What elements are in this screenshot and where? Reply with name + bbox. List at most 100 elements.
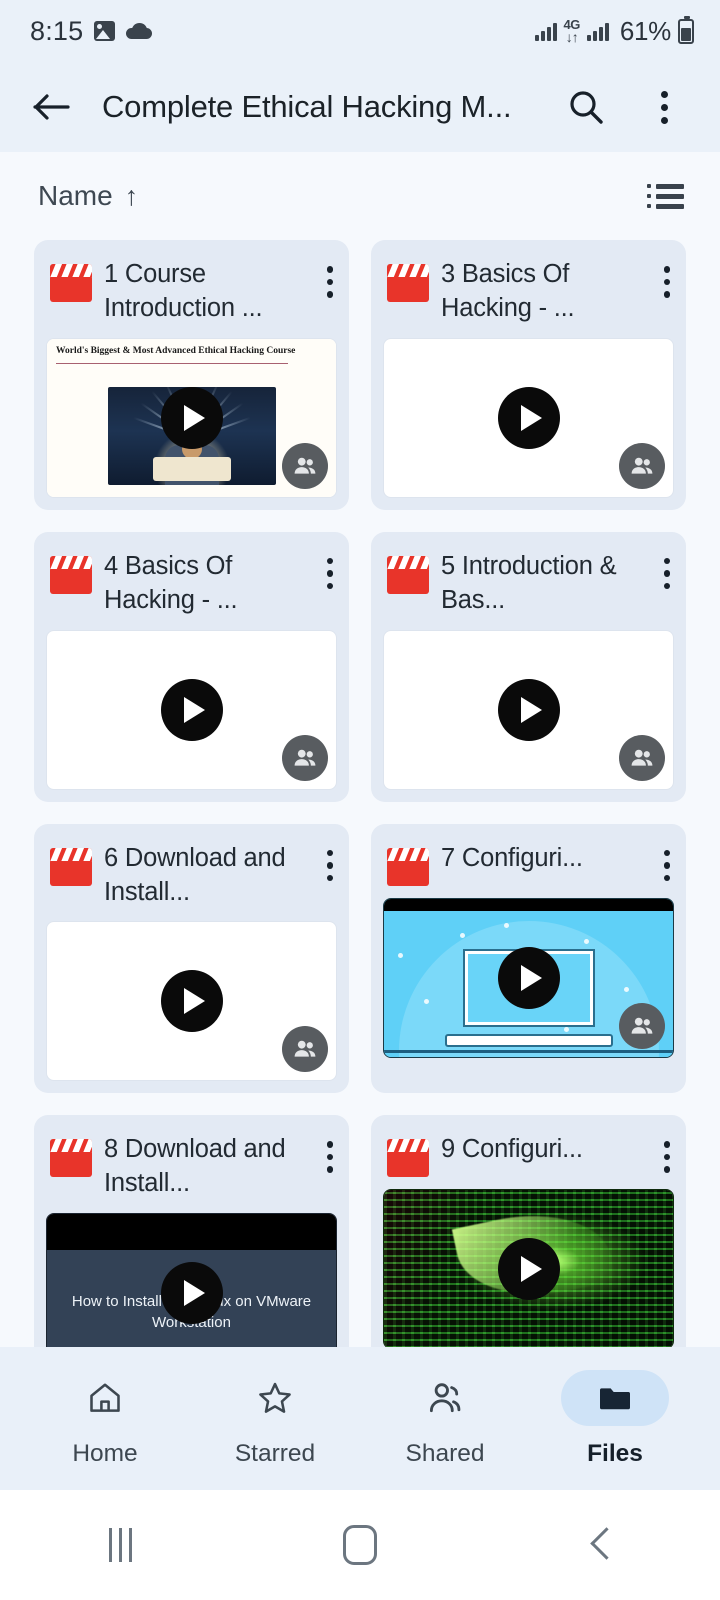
status-bar-left: 8:15 <box>30 15 153 47</box>
nav-label: Shared <box>405 1439 485 1467</box>
app-toolbar: Complete Ethical Hacking M... <box>0 62 720 152</box>
file-overflow-icon[interactable] <box>660 1133 673 1173</box>
play-button[interactable] <box>497 1238 560 1301</box>
shared-badge <box>282 734 328 781</box>
more-options-icon <box>660 90 668 124</box>
home-icon <box>51 1370 159 1426</box>
file-thumbnail[interactable] <box>46 921 337 1082</box>
app-root: 8:15 4G ↓↑ 61% Complete Ethical Hacking … <box>0 0 720 1600</box>
file-card-header: 8 Download and Install... <box>34 1115 349 1213</box>
play-button[interactable] <box>160 386 223 449</box>
sort-direction-icon: ↑ <box>124 180 139 211</box>
file-thumbnail[interactable] <box>383 897 674 1058</box>
signal-bars-icon-2 <box>586 21 609 41</box>
search-button[interactable] <box>560 81 612 133</box>
back-button-icon <box>589 1528 611 1562</box>
overflow-menu-button[interactable] <box>638 81 690 133</box>
file-name: 3 Basics Of Hacking - ... <box>441 260 575 322</box>
file-card[interactable]: 4 Basics Of Hacking - ... <box>34 531 349 802</box>
file-card-header: 3 Basics Of Hacking - ... <box>371 240 686 338</box>
video-file-icon <box>387 847 429 886</box>
nav-item-files[interactable]: Files <box>539 1369 691 1468</box>
sort-field-label: Name <box>38 180 113 211</box>
file-card-header: 5 Introduction & Bas... <box>371 532 686 630</box>
system-navigation-bar <box>0 1490 720 1600</box>
video-file-icon <box>50 847 92 886</box>
file-thumbnail[interactable] <box>383 337 674 498</box>
file-card[interactable]: 5 Introduction & Bas... <box>371 531 686 802</box>
file-browser-content: Name ↑ 1 Course Introduction ... World's… <box>0 152 720 1347</box>
file-card[interactable]: 8 Download and Install... How to Install… <box>34 1115 349 1347</box>
slide-caption: World's Biggest & Most Advanced Ethical … <box>56 345 296 356</box>
star-icon <box>221 1370 329 1426</box>
status-bar: 8:15 4G ↓↑ 61% <box>0 0 720 62</box>
status-clock: 8:15 <box>30 15 84 46</box>
nav-label: Starred <box>234 1439 316 1467</box>
back-button[interactable] <box>28 83 76 131</box>
play-button[interactable] <box>497 386 560 449</box>
file-overflow-icon[interactable] <box>323 258 336 298</box>
file-card[interactable]: 3 Basics Of Hacking - ... <box>371 240 686 510</box>
nav-item-shared[interactable]: Shared <box>369 1370 521 1468</box>
data-transfer-icon: 4G ↓↑ <box>563 17 581 46</box>
back-button-system[interactable] <box>540 1515 660 1575</box>
play-button[interactable] <box>160 970 223 1033</box>
video-file-icon <box>50 555 92 594</box>
file-card[interactable]: 6 Download and Install... <box>34 823 349 1094</box>
nav-label: Files <box>587 1439 643 1467</box>
file-name: 6 Download and Install... <box>104 843 286 906</box>
shared-badge <box>282 1026 328 1073</box>
file-overflow-icon[interactable] <box>660 550 673 590</box>
file-name: 8 Download and Install... <box>104 1135 286 1198</box>
video-file-icon <box>387 555 429 594</box>
shared-badge <box>619 734 665 781</box>
nav-label: Home <box>72 1439 138 1467</box>
file-thumbnail[interactable]: How to Install Kali Linux on VMware Work… <box>46 1213 337 1347</box>
nav-item-home[interactable]: Home <box>29 1370 181 1468</box>
sort-control[interactable]: Name ↑ <box>38 180 138 212</box>
play-button[interactable] <box>497 678 560 741</box>
play-button[interactable] <box>160 678 223 741</box>
file-name: 7 Configuri... <box>441 843 583 872</box>
video-file-icon <box>50 1139 92 1178</box>
search-icon <box>570 91 603 124</box>
bottom-navigation: Home Starred Shared Files <box>0 1347 720 1490</box>
file-overflow-icon[interactable] <box>323 842 336 882</box>
file-card-header: 9 Configuri... <box>371 1115 686 1189</box>
video-file-icon <box>50 264 92 302</box>
folder-icon <box>561 1369 669 1426</box>
battery-icon <box>678 15 694 44</box>
list-view-icon[interactable] <box>647 183 684 209</box>
recents-button[interactable] <box>60 1515 180 1575</box>
file-card[interactable]: 1 Course Introduction ... World's Bigges… <box>34 240 349 510</box>
file-overflow-icon[interactable] <box>660 842 673 882</box>
gallery-icon <box>94 21 116 41</box>
file-thumbnail[interactable] <box>383 1189 674 1347</box>
signal-bars-icon <box>534 21 557 41</box>
file-name: 4 Basics Of Hacking - ... <box>104 551 238 614</box>
file-overflow-icon[interactable] <box>660 258 673 298</box>
file-overflow-icon[interactable] <box>323 1133 336 1173</box>
file-card-header: 4 Basics Of Hacking - ... <box>34 532 349 630</box>
file-card[interactable]: 9 Configuri... <box>371 1115 686 1347</box>
nav-item-starred[interactable]: Starred <box>199 1370 351 1468</box>
file-name: 9 Configuri... <box>441 1135 583 1164</box>
file-name: 1 Course Introduction ... <box>104 260 263 322</box>
file-thumbnail[interactable]: World's Biggest & Most Advanced Ethical … <box>46 337 337 498</box>
page-title: Complete Ethical Hacking M... <box>102 89 512 124</box>
file-thumbnail[interactable] <box>46 629 337 790</box>
play-button[interactable] <box>160 1262 223 1325</box>
shared-badge <box>619 1002 665 1049</box>
home-button[interactable] <box>300 1515 420 1575</box>
file-overflow-icon[interactable] <box>323 550 336 590</box>
file-thumbnail[interactable] <box>383 629 674 790</box>
slide-rule <box>56 362 288 365</box>
video-file-icon <box>387 1139 429 1178</box>
file-grid: 1 Course Introduction ... World's Bigges… <box>0 240 720 1347</box>
file-card[interactable]: 7 Configuri... <box>371 823 686 1094</box>
video-file-icon <box>387 264 429 302</box>
shared-badge <box>619 442 665 489</box>
cloud-icon <box>126 23 153 39</box>
recents-icon <box>108 1528 132 1562</box>
play-button[interactable] <box>497 946 560 1009</box>
